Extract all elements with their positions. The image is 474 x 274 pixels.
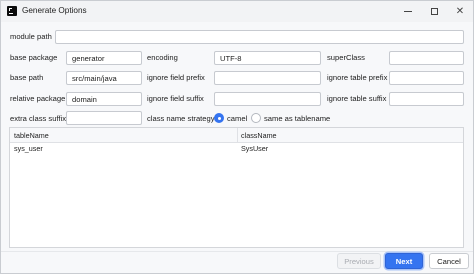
table-mapping-grid[interactable]: tableName className sys_user SysUser — [9, 127, 464, 248]
base-package-label: base package — [10, 53, 58, 62]
ignore-field-prefix-label: ignore field prefix — [147, 73, 205, 82]
relative-package-label: relative package — [10, 94, 66, 103]
footer-divider — [1, 251, 473, 252]
strategy-camel-radio[interactable] — [214, 113, 224, 123]
app-icon — [7, 6, 17, 16]
close-button[interactable]: ✕ — [447, 1, 473, 22]
cell-tablename[interactable]: sys_user — [14, 144, 43, 153]
ignore-table-suffix-input[interactable] — [389, 92, 464, 106]
ignore-field-prefix-input[interactable] — [214, 71, 321, 85]
ignore-table-prefix-input[interactable] — [389, 71, 464, 85]
base-path-label: base path — [10, 73, 44, 82]
title-bar: Generate Options ✕ — [1, 1, 473, 22]
column-header-tablename[interactable]: tableName — [14, 131, 49, 140]
dialog-title: Generate Options — [22, 6, 87, 15]
strategy-same-as-tablename-label: same as tablename — [264, 114, 331, 123]
superclass-label: superClass — [327, 53, 365, 62]
table-row[interactable]: sys_user SysUser — [10, 143, 463, 155]
module-path-input[interactable] — [55, 30, 464, 44]
maximize-icon — [430, 8, 438, 15]
previous-button[interactable]: Previous — [337, 253, 381, 269]
ignore-field-suffix-input[interactable] — [214, 92, 321, 106]
maximize-button[interactable] — [421, 1, 447, 22]
next-button[interactable]: Next — [385, 253, 423, 269]
ignore-field-suffix-label: ignore field suffix — [147, 94, 204, 103]
ignore-table-prefix-label: ignore table prefix — [327, 73, 388, 82]
close-icon: ✕ — [455, 5, 465, 17]
class-name-strategy-label: class name strategy — [147, 114, 215, 123]
cell-classname[interactable]: SysUser — [241, 144, 268, 153]
extra-class-suffix-label: extra class suffix — [10, 114, 66, 123]
strategy-same-as-tablename-radio[interactable] — [251, 113, 261, 123]
encoding-label: encoding — [147, 53, 178, 62]
column-divider[interactable] — [237, 128, 238, 142]
base-package-input[interactable] — [66, 51, 142, 65]
column-header-classname[interactable]: className — [241, 131, 277, 140]
superclass-input[interactable] — [389, 51, 464, 65]
extra-class-suffix-input[interactable] — [66, 111, 142, 125]
relative-package-input[interactable] — [66, 92, 142, 106]
minimize-icon — [404, 11, 412, 12]
strategy-camel-label: camel — [227, 114, 248, 123]
ignore-table-suffix-label: ignore table suffix — [327, 94, 387, 103]
cancel-button[interactable]: Cancel — [429, 253, 469, 269]
minimize-button[interactable] — [395, 1, 421, 22]
table-header: tableName className — [10, 128, 463, 143]
generate-options-dialog: Generate Options ✕ module path base pack… — [0, 0, 474, 274]
base-path-input[interactable] — [66, 71, 142, 85]
encoding-input[interactable] — [214, 51, 321, 65]
module-path-label: module path — [10, 32, 52, 41]
